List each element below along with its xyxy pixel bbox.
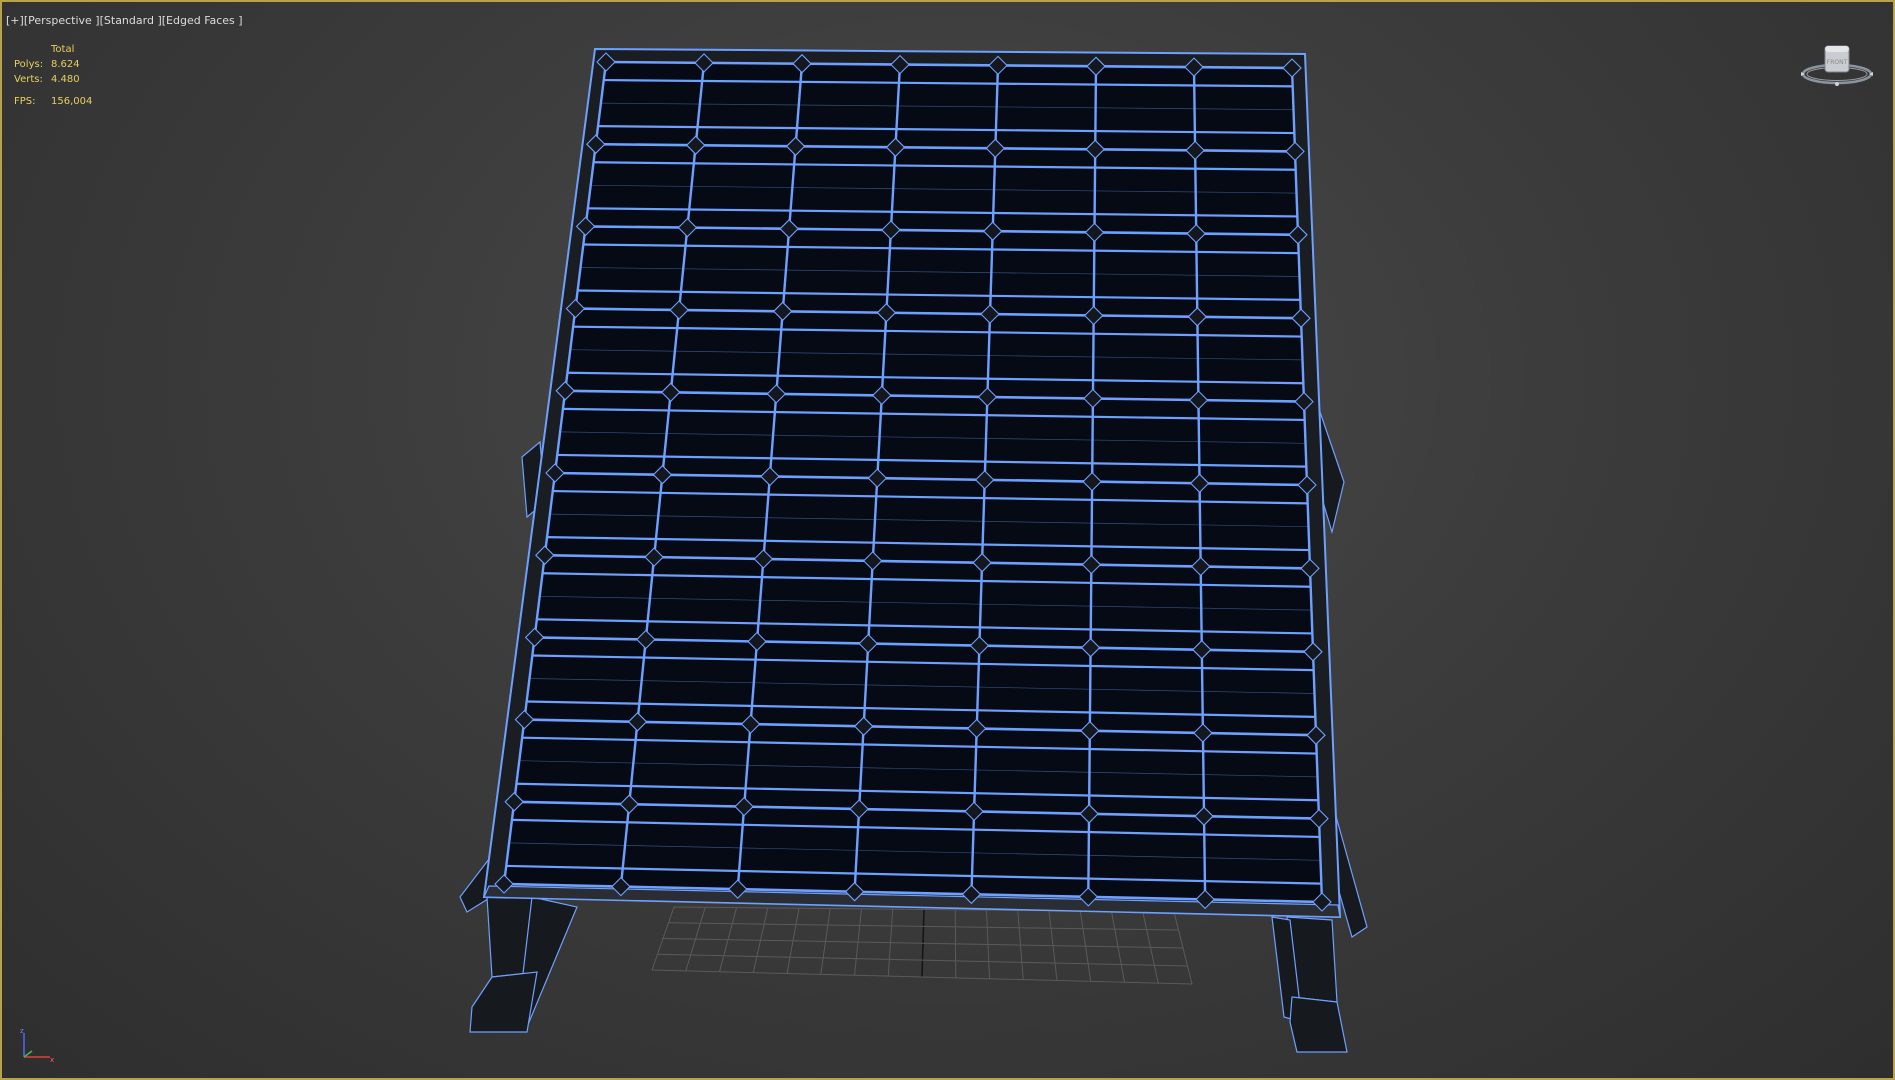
statistics-overlay: Total Polys: 8.624 Verts: 4.480 FPS: 156,00… <box>14 42 92 109</box>
viewcube-icon[interactable]: FRONT <box>1799 40 1875 96</box>
axis-tripod-icon: z x <box>20 1027 54 1063</box>
fps-value: 156,004 <box>51 96 93 107</box>
viewport-label: [+][Perspective ][Standard ][Edged Faces… <box>6 14 243 27</box>
verts-label: Verts: <box>14 74 43 85</box>
stats-header: Total <box>51 44 75 55</box>
solar-panel-mesh[interactable] <box>482 47 1342 919</box>
axis-z-label: z <box>20 1027 24 1035</box>
perspective-viewport[interactable]: [+][Perspective ][Standard ][Edged Faces… <box>0 0 1895 1080</box>
fps-label: FPS: <box>14 96 36 107</box>
viewport-display-mode[interactable]: [Edged Faces ] <box>162 14 243 27</box>
axis-x-label: x <box>50 1056 54 1063</box>
verts-value: 4.480 <box>51 74 80 85</box>
foot-right <box>1289 996 1348 1053</box>
scene-canvas[interactable] <box>2 2 1893 1078</box>
polys-label: Polys: <box>14 59 44 70</box>
viewport-shading-standard[interactable]: [Standard ] <box>100 14 162 27</box>
foot-left <box>469 971 538 1033</box>
viewport-menu-plus[interactable]: [+] <box>6 14 24 27</box>
viewport-point-of-view[interactable]: [Perspective ] <box>24 14 100 27</box>
polys-value: 8.624 <box>51 59 80 70</box>
svg-text:FRONT: FRONT <box>1827 59 1848 66</box>
home-grid <box>651 906 1193 985</box>
